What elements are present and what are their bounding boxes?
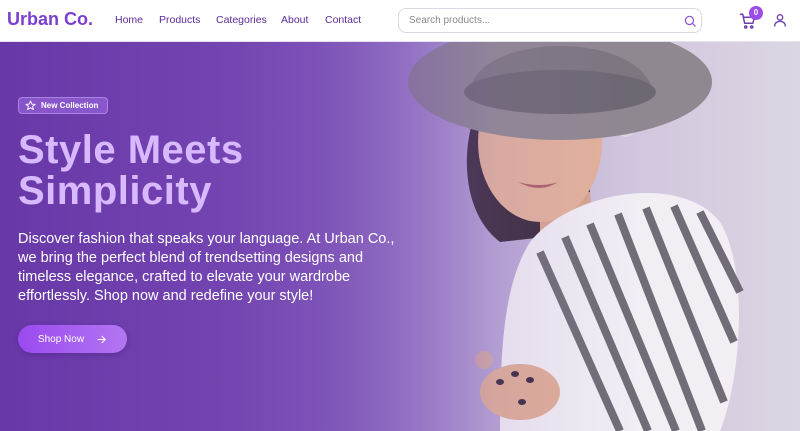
cart-count-badge: 0 — [749, 6, 763, 20]
badge-label: New Collection — [41, 101, 99, 110]
nav-link-contact[interactable]: Contact — [325, 14, 361, 26]
user-icon[interactable] — [772, 12, 788, 28]
hero-title: Style Meets Simplicity — [18, 130, 244, 212]
top-navbar: Urban Co. Home Products Categories About… — [0, 0, 800, 42]
search-input[interactable] — [409, 13, 669, 28]
star-icon — [25, 100, 36, 111]
search-bar — [398, 8, 702, 33]
hero-section: New Collection Style Meets Simplicity Di… — [0, 42, 800, 431]
nav-link-home[interactable]: Home — [115, 14, 143, 26]
shop-now-label: Shop Now — [37, 333, 85, 345]
nav-link-products[interactable]: Products — [159, 14, 200, 26]
hero-title-line-1: Style Meets — [18, 128, 244, 172]
search-icon[interactable] — [683, 14, 697, 28]
arrow-right-icon — [97, 335, 106, 343]
hero-description: Discover fashion that speaks your langua… — [18, 231, 395, 304]
hero-model-image — [408, 42, 744, 431]
new-collection-badge: New Collection — [18, 97, 109, 114]
nav-link-categories[interactable]: Categories — [216, 14, 267, 26]
shop-now-button[interactable]: Shop Now — [18, 325, 127, 353]
hero-title-line-2: Simplicity — [18, 169, 212, 213]
nav-link-about[interactable]: About — [281, 14, 308, 26]
brand-logo[interactable]: Urban Co. — [7, 9, 93, 30]
